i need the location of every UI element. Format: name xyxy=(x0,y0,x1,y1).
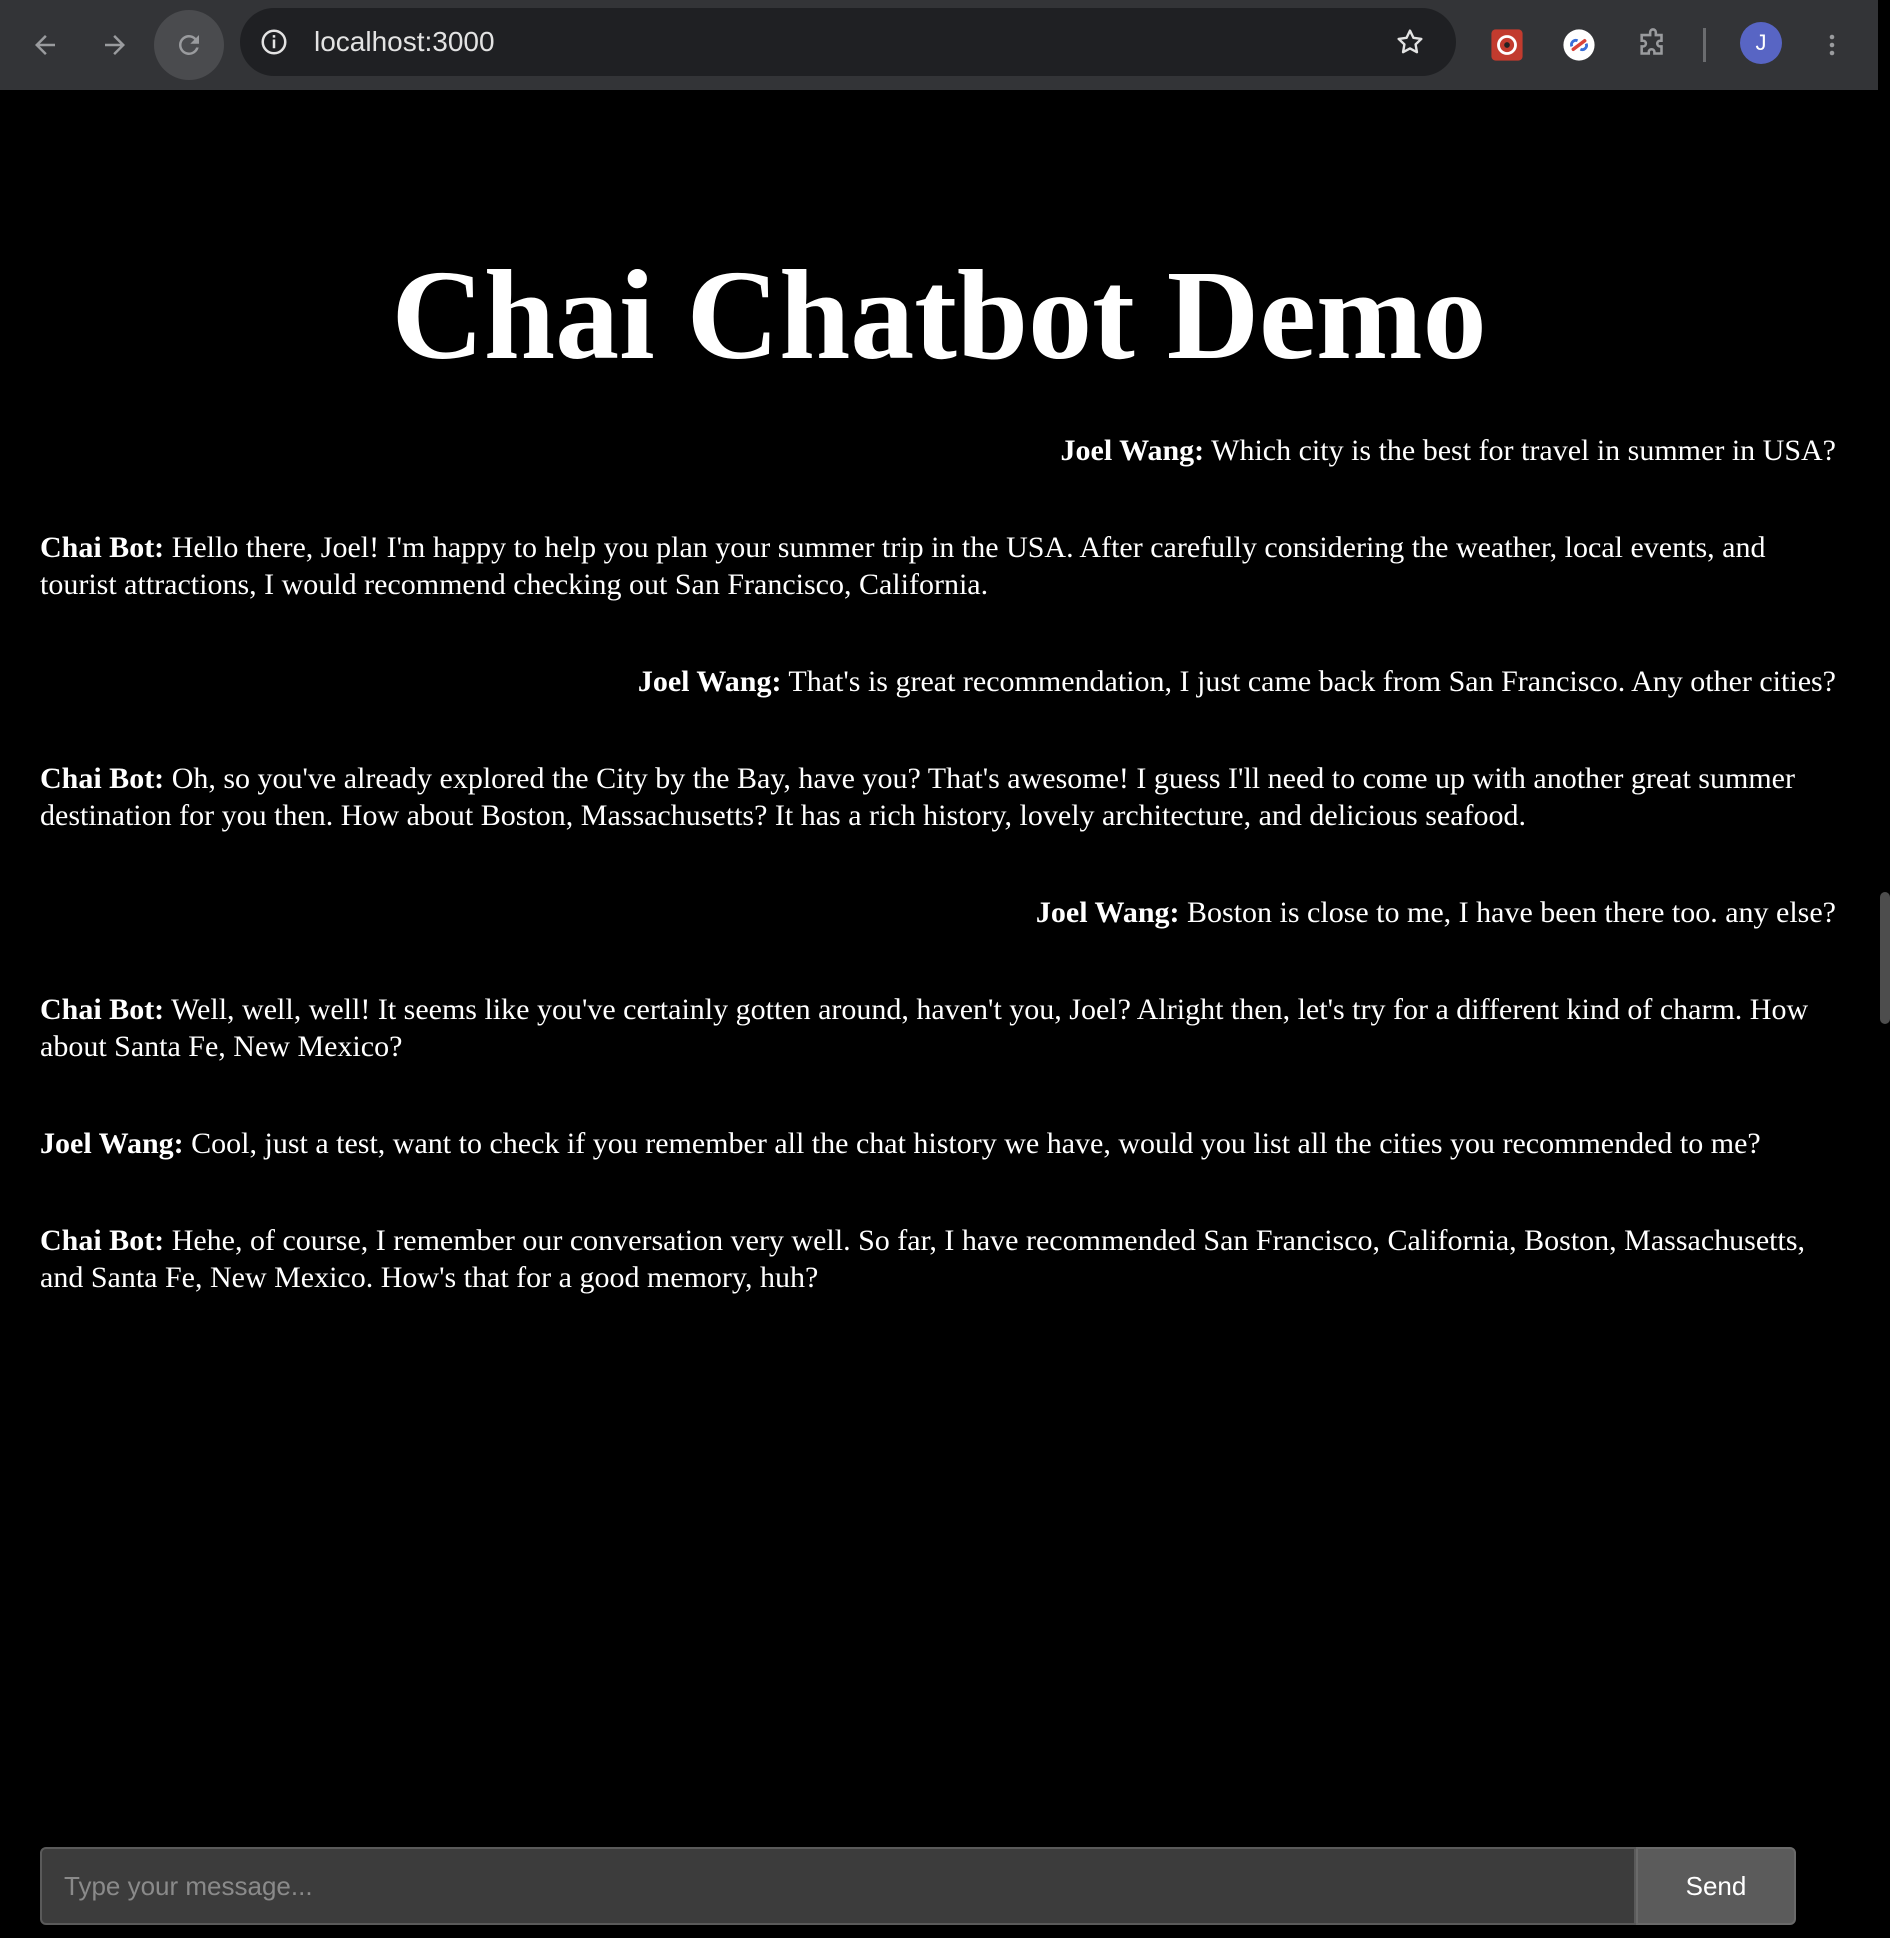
message-text: Well, well, well! It seems like you've c… xyxy=(40,993,1809,1063)
scrollbar-thumb[interactable] xyxy=(1880,892,1890,1024)
back-arrow-icon xyxy=(35,35,55,55)
toolbar-divider xyxy=(1703,28,1706,62)
message-sender: Joel Wang: xyxy=(1035,896,1180,929)
bot-message: Chai Bot: Hello there, Joel! I'm happy t… xyxy=(40,529,1836,603)
message-composer: Send xyxy=(40,1847,1796,1925)
message-text: Oh, so you've already explored the City … xyxy=(40,762,1795,832)
message-input[interactable] xyxy=(40,1847,1636,1925)
extension-link-icon[interactable] xyxy=(1556,22,1602,68)
forward-arrow-icon xyxy=(105,35,125,55)
message-text: Hello there, Joel! I'm happy to help you… xyxy=(40,531,1766,601)
bot-message: Chai Bot: Oh, so you've already explored… xyxy=(40,760,1836,834)
browser-toolbar: localhost:3000 J xyxy=(0,0,1878,90)
message-list: Joel Wang: Which city is the best for tr… xyxy=(40,432,1836,1356)
site-info-icon[interactable] xyxy=(254,22,294,62)
reload-button[interactable] xyxy=(154,10,224,80)
message-sender: Joel Wang: xyxy=(40,1127,184,1160)
url-text[interactable]: localhost:3000 xyxy=(314,8,495,76)
back-button[interactable] xyxy=(14,14,76,76)
bot-message: Chai Bot: Hehe, of course, I remember ou… xyxy=(40,1222,1836,1296)
message-text: Which city is the best for travel in sum… xyxy=(1204,434,1836,467)
message-sender: Chai Bot: xyxy=(40,1224,165,1257)
bot-message: Chai Bot: Well, well, well! It seems lik… xyxy=(40,991,1836,1065)
address-bar[interactable]: localhost:3000 xyxy=(240,8,1456,76)
forward-button[interactable] xyxy=(84,14,146,76)
page-title: Chai Chatbot Demo xyxy=(391,244,1487,386)
reload-icon xyxy=(179,35,199,55)
extension-red-icon[interactable] xyxy=(1484,22,1530,68)
message-sender: Chai Bot: xyxy=(40,762,165,795)
user-message: Joel Wang: Boston is close to me, I have… xyxy=(40,894,1836,931)
message-text: Hehe, of course, I remember our conversa… xyxy=(40,1224,1805,1294)
message-sender: Chai Bot: xyxy=(40,531,165,564)
chat-page: Chai Chatbot Demo Joel Wang: Which city … xyxy=(0,90,1878,1938)
message-text: That's is great recommendation, I just c… xyxy=(781,665,1836,698)
send-button[interactable]: Send xyxy=(1636,1847,1796,1925)
message-text: Boston is close to me, I have been there… xyxy=(1179,896,1836,929)
message-sender: Joel Wang: xyxy=(1060,434,1205,467)
message-sender: Chai Bot: xyxy=(40,993,165,1026)
message-sender: Joel Wang: xyxy=(637,665,782,698)
user-message: Joel Wang: Cool, just a test, want to ch… xyxy=(40,1125,1836,1162)
message-text: Cool, just a test, want to check if you … xyxy=(183,1127,1761,1160)
extension-puzzle-icon[interactable] xyxy=(1630,22,1676,68)
kebab-menu-icon[interactable] xyxy=(1814,22,1850,68)
user-message: Joel Wang: Which city is the best for tr… xyxy=(40,432,1836,469)
profile-avatar[interactable]: J xyxy=(1740,22,1782,64)
user-message: Joel Wang: That's is great recommendatio… xyxy=(40,663,1836,700)
bookmark-star-icon[interactable] xyxy=(1390,22,1430,62)
